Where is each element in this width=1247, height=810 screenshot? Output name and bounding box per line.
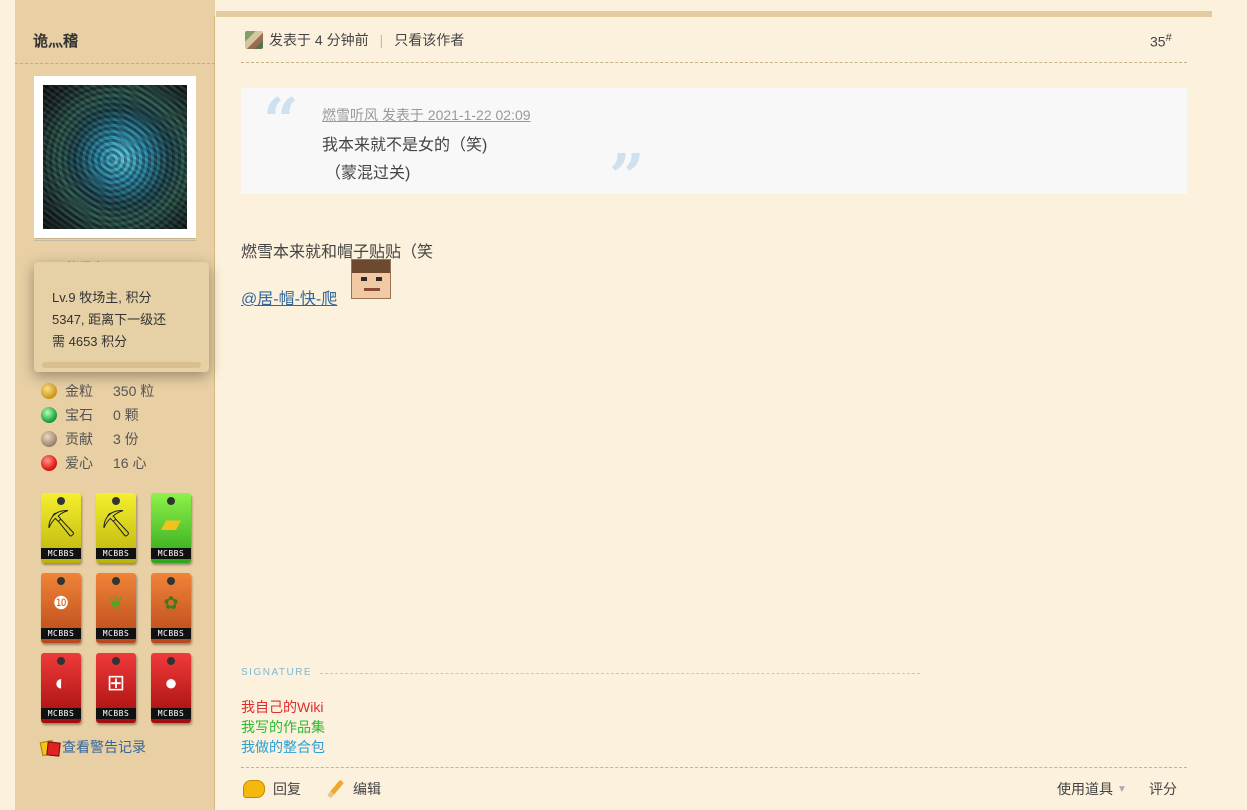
open-quote-icon: “ [263,84,299,157]
warning-cards-icon [41,740,59,754]
use-tools-dropdown[interactable]: 使用道具 ▼ [1057,779,1127,799]
pickaxe-icon: ⛏ [99,508,133,538]
view-warnings-label: 查看警告记录 [62,739,146,755]
post-time: 发表于 4 分钟前 [269,32,369,48]
reply-bubble-icon [243,780,265,798]
post-header-divider [241,62,1187,63]
page-gutter [0,0,15,810]
stat-value: 350 粒 [113,383,155,399]
stat-value: 16 心 [113,455,147,471]
windows-icon: ⊞ [106,670,126,695]
tooltip-line: 5347, 距离下一级还 [52,312,167,327]
medal-tag: MCBBS [96,548,136,559]
sidebar-top-band [15,0,215,16]
user-mention-link[interactable]: @居-帽-快-爬 [241,285,337,309]
pencil-icon [325,780,345,798]
app-logo-icon: ◐ [54,670,68,695]
floor-number[interactable]: 35# [1150,32,1172,50]
post-body-text: 燃雪本来就和帽子贴贴（笑 [241,244,434,261]
stat-row-gem: 宝石 0 颗 [41,403,154,427]
user-stats: 金粒 350 粒 宝石 0 颗 贡献 3 份 爱心 16 心 [41,379,154,475]
medal-tag: MCBBS [41,548,81,559]
apple-icon: ● [164,670,178,695]
author-sidebar: 诡灬稽 Lv.9 牧场主 金粒 350 粒 宝石 0 颗 贡献 3 份 爱心 1… [15,0,215,810]
stat-label: 爱心 [65,455,93,471]
edit-button[interactable]: 编辑 [325,779,381,799]
post-top-band [216,11,1212,17]
only-author-link[interactable]: 只看该作者 [394,30,464,50]
signature-link-modpack[interactable]: 我做的整合包 [241,737,325,757]
emerald-icon [41,407,57,423]
medal-leaves[interactable]: ✿ MCBBS [151,573,191,643]
medal-tag: MCBBS [151,708,191,719]
apple-heart-icon [41,455,57,471]
stat-label: 宝石 [65,407,93,423]
stat-row-heart: 爱心 16 心 [41,451,154,475]
medal-tag: MCBBS [151,628,191,639]
medal-windows[interactable]: ⊞ MCBBS [96,653,136,723]
contribution-icon [41,431,57,447]
medal-sprout[interactable]: ❦ MCBBS [96,573,136,643]
medal-tag: MCBBS [96,628,136,639]
stat-row-gold: 金粒 350 粒 [41,379,154,403]
medal-pickaxe[interactable]: ⛏ MCBBS [41,493,81,563]
signature-link-works[interactable]: 我写的作品集 [241,717,325,737]
avatar-image [43,85,187,229]
caret-down-icon: ▼ [1117,783,1127,795]
signature-link-wiki[interactable]: 我自己的Wiki [241,697,323,717]
post-footer-divider [241,767,1187,768]
steve-face-emoji-icon [351,259,391,299]
tooltip-line: 需 4653 积分 [52,334,128,349]
medal-platform-a[interactable]: ◐ MCBBS [41,653,81,723]
level-tooltip: Lv.9 牧场主, 积分 5347, 距离下一级还 需 4653 积分 [34,262,209,372]
meta-separator: | [379,32,384,48]
use-tools-label: 使用道具 [1057,781,1113,797]
medal-apple[interactable]: ● MCBBS [151,653,191,723]
stat-label: 贡献 [65,431,93,447]
floor-number-value: 35 [1150,33,1166,50]
level-progress-bar [42,362,201,368]
rate-button[interactable]: 评分 [1149,779,1177,799]
edit-label: 编辑 [353,781,381,797]
signature-divider [320,673,920,674]
medal-pickaxe[interactable]: ⛏ MCBBS [96,493,136,563]
online-status-icon [245,31,263,49]
medal-tag: MCBBS [151,548,191,559]
reply-button[interactable]: 回复 [243,779,301,799]
medal-anniversary[interactable]: ❿ MCBBS [41,573,81,643]
floor-hash: # [1165,32,1172,44]
view-warnings-link[interactable]: 查看警告记录 [41,737,146,757]
quote-author-link[interactable]: 燃雪听风 发表于 2021-1-22 02:09 [322,105,531,125]
anniversary-icon: ❿ [52,593,70,613]
stat-row-contribution: 贡献 3 份 [41,427,154,451]
avatar-divider [34,240,196,241]
medal-tag: MCBBS [41,708,81,719]
medal-tag: MCBBS [96,708,136,719]
reply-label: 回复 [273,781,301,797]
close-quote-icon: ” [609,140,645,213]
gold-nugget-icon [41,383,57,399]
pickaxe-icon: ⛏ [44,508,78,538]
signature-label: SIGNATURE [241,667,313,678]
sidebar-divider [15,63,215,64]
leaves-icon: ✿ [163,593,179,613]
gold-ingot-icon: ▰ [161,508,181,538]
quote-text-line: 我本来就不是女的（笑) [322,137,488,154]
rate-label: 评分 [1149,781,1177,797]
stat-label: 金粒 [65,383,93,399]
quote-text-line: （蒙混过关) [325,165,411,182]
author-avatar[interactable] [34,76,196,238]
quote-block: “ 燃雪听风 发表于 2021-1-22 02:09 我本来就不是女的（笑) （… [241,84,1187,213]
sprout-icon: ❦ [108,593,124,613]
stat-value: 3 份 [113,431,139,447]
stat-value: 0 颗 [113,407,139,423]
tooltip-line: Lv.9 牧场主, 积分 [52,290,152,305]
author-username[interactable]: 诡灬稽 [33,30,78,51]
medal-gold-ingot[interactable]: ▰ MCBBS [151,493,191,563]
post-meta: 发表于 4 分钟前 | 只看该作者 [245,30,464,50]
medal-tag: MCBBS [41,628,81,639]
